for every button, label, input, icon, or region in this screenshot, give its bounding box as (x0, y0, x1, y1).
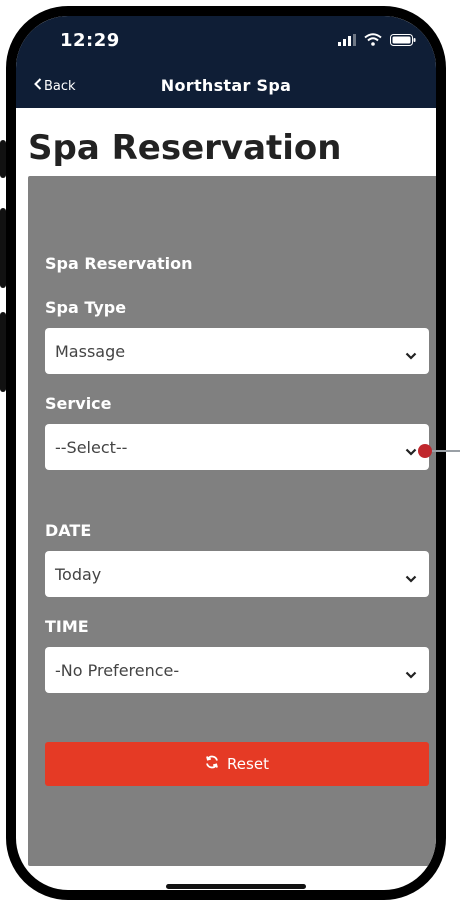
chevron-down-icon (405, 664, 417, 683)
status-bar: 12:29 (16, 16, 436, 66)
service-value: --Select-- (55, 437, 128, 457)
date-value: Today (55, 564, 102, 584)
form-section-title: Spa Reservation (45, 254, 193, 273)
annotation-marker (418, 444, 432, 458)
annotation-leader-line (430, 450, 460, 452)
chevron-down-icon (405, 441, 417, 460)
nav-title: Northstar Spa (160, 76, 292, 95)
phone-frame: 12:29 Back Northstar Spa Spa Reservation… (6, 6, 446, 900)
wifi-icon (364, 31, 382, 50)
nav-bar: Back Northstar Spa (16, 66, 436, 108)
status-icons (338, 31, 416, 50)
chevron-down-icon (405, 345, 417, 364)
time-value: -No Preference- (55, 660, 180, 680)
spa-type-value: Massage (55, 341, 126, 361)
chevron-down-icon (405, 568, 417, 587)
signal-icon (338, 31, 356, 50)
date-label: DATE (45, 521, 92, 540)
spa-type-label: Spa Type (45, 298, 127, 317)
service-label: Service (45, 394, 112, 413)
reset-label: Reset (227, 755, 269, 773)
time-label: TIME (45, 617, 89, 636)
page-title: Spa Reservation (28, 128, 342, 168)
home-indicator (166, 884, 306, 889)
date-select[interactable]: Today (45, 551, 429, 597)
status-time: 12:29 (60, 30, 120, 51)
time-select[interactable]: -No Preference- (45, 647, 429, 693)
spa-type-select[interactable]: Massage (45, 328, 429, 374)
service-select[interactable]: --Select-- (45, 424, 429, 470)
refresh-icon (205, 755, 219, 773)
battery-icon (390, 31, 416, 50)
reset-button[interactable]: Reset (45, 742, 429, 786)
reservation-form-panel: Spa Reservation Spa Type Massage Service… (28, 176, 436, 866)
